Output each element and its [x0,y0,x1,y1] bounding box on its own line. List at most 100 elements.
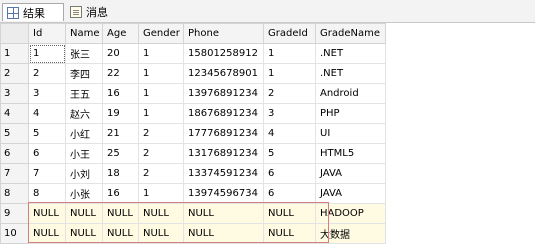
table-cell[interactable]: 16 [102,83,139,104]
table-cell[interactable]: 6 [28,143,66,164]
table-row[interactable]: 5 5 小红 21 2 17776891234 4 UI [0,123,386,144]
table-cell[interactable]: 21 [102,123,139,144]
table-cell[interactable]: NULL [28,223,66,244]
table-cell[interactable]: HTML5 [315,143,386,164]
table-cell[interactable]: 4 [28,103,66,124]
table-cell[interactable]: NULL [263,223,316,244]
column-header[interactable]: Gender [138,23,184,44]
table-cell[interactable]: 16 [102,183,139,204]
table-cell[interactable]: .NET [315,63,386,84]
column-header[interactable]: Id [28,23,66,44]
table-cell[interactable]: 小张 [65,183,103,204]
table-cell[interactable]: JAVA [315,163,386,184]
table-cell[interactable]: 2 [263,83,316,104]
table-cell[interactable]: 赵六 [65,103,103,124]
table-row[interactable]: 2 2 李四 22 1 12345678901 1 .NET [0,63,386,84]
table-cell[interactable]: 13374591234 [183,163,264,184]
table-cell[interactable]: 3 [263,103,316,124]
table-cell[interactable]: 17776891234 [183,123,264,144]
table-cell[interactable]: PHP [315,103,386,124]
select-all-corner[interactable] [0,23,29,44]
table-row[interactable]: 9 NULL NULL NULL NULL NULL NULL HADOOP [0,203,386,224]
table-cell[interactable]: 13974596734 [183,183,264,204]
row-number[interactable]: 6 [0,143,29,164]
row-number[interactable]: 7 [0,163,29,184]
table-cell[interactable]: 5 [28,123,66,144]
table-cell[interactable]: 2 [28,63,66,84]
row-number[interactable]: 1 [0,43,29,64]
table-cell[interactable]: NULL [183,203,264,224]
table-cell[interactable]: 22 [102,63,139,84]
table-row[interactable]: 3 3 王五 16 1 13976891234 2 Android [0,83,386,104]
row-number[interactable]: 3 [0,83,29,104]
table-cell[interactable]: 1 [138,43,184,64]
table-cell[interactable]: 小刘 [65,163,103,184]
table-cell[interactable]: 王五 [65,83,103,104]
table-cell[interactable]: 19 [102,103,139,124]
column-header[interactable]: GradeId [263,23,316,44]
table-cell[interactable]: 25 [102,143,139,164]
table-cell[interactable]: 2 [138,163,184,184]
tab-results[interactable]: 结果 [2,3,64,21]
table-cell[interactable]: Android [315,83,386,104]
table-cell[interactable]: 1 [263,43,316,64]
table-cell[interactable]: 2 [138,143,184,164]
row-number[interactable]: 9 [0,203,29,224]
column-header[interactable]: GradeName [315,23,386,44]
table-cell[interactable]: 1 [263,63,316,84]
table-cell[interactable]: .NET [315,43,386,64]
table-cell[interactable]: 1 [138,83,184,104]
table-cell[interactable]: 12345678901 [183,63,264,84]
column-header[interactable]: Age [102,23,139,44]
table-row[interactable]: 10 NULL NULL NULL NULL NULL NULL 大数据 [0,223,386,244]
table-cell[interactable]: 5 [263,143,316,164]
table-cell[interactable]: 13176891234 [183,143,264,164]
table-cell[interactable]: HADOOP [315,203,386,224]
table-cell[interactable]: 6 [263,163,316,184]
table-cell[interactable]: UI [315,123,386,144]
table-row[interactable]: 6 6 小王 25 2 13176891234 5 HTML5 [0,143,386,164]
table-cell[interactable]: 1 [138,103,184,124]
table-cell[interactable]: NULL [138,223,184,244]
table-cell[interactable]: NULL [65,203,103,224]
table-cell[interactable]: 1 [138,183,184,204]
table-cell[interactable]: NULL [138,203,184,224]
results-grid[interactable]: Id Name Age Gender Phone GradeId GradeNa… [0,23,386,244]
column-header[interactable]: Name [65,23,103,44]
table-cell[interactable]: 15801258912 [183,43,264,64]
table-cell[interactable]: NULL [102,223,139,244]
table-cell[interactable]: JAVA [315,183,386,204]
table-cell[interactable]: 8 [28,183,66,204]
row-number[interactable]: 5 [0,123,29,144]
table-cell[interactable]: 6 [263,183,316,204]
row-number[interactable]: 4 [0,103,29,124]
table-cell[interactable]: 1 [138,63,184,84]
row-number[interactable]: 10 [0,223,29,244]
table-cell[interactable]: NULL [65,223,103,244]
table-cell[interactable]: 13976891234 [183,83,264,104]
table-cell[interactable]: 张三 [65,43,103,64]
table-row[interactable]: 8 8 小张 16 1 13974596734 6 JAVA [0,183,386,204]
table-cell[interactable]: 4 [263,123,316,144]
table-cell[interactable]: 李四 [65,63,103,84]
table-row[interactable]: 1 1 张三 20 1 15801258912 1 .NET [0,43,386,64]
table-cell[interactable]: 7 [28,163,66,184]
table-cell[interactable]: NULL [28,203,66,224]
row-number[interactable]: 2 [0,63,29,84]
table-cell[interactable]: NULL [263,203,316,224]
column-header[interactable]: Phone [183,23,264,44]
tab-messages[interactable]: 消息 [66,3,120,20]
table-cell[interactable]: 18 [102,163,139,184]
table-cell[interactable]: 18676891234 [183,103,264,124]
table-cell[interactable]: 3 [28,83,66,104]
table-cell[interactable]: 2 [138,123,184,144]
table-cell[interactable]: 1 [28,43,66,64]
row-number[interactable]: 8 [0,183,29,204]
table-cell[interactable]: 20 [102,43,139,64]
table-cell[interactable]: NULL [183,223,264,244]
table-cell[interactable]: NULL [102,203,139,224]
table-cell[interactable]: 小红 [65,123,103,144]
table-cell[interactable]: 小王 [65,143,103,164]
table-row[interactable]: 4 4 赵六 19 1 18676891234 3 PHP [0,103,386,124]
table-cell[interactable]: 大数据 [315,223,386,244]
